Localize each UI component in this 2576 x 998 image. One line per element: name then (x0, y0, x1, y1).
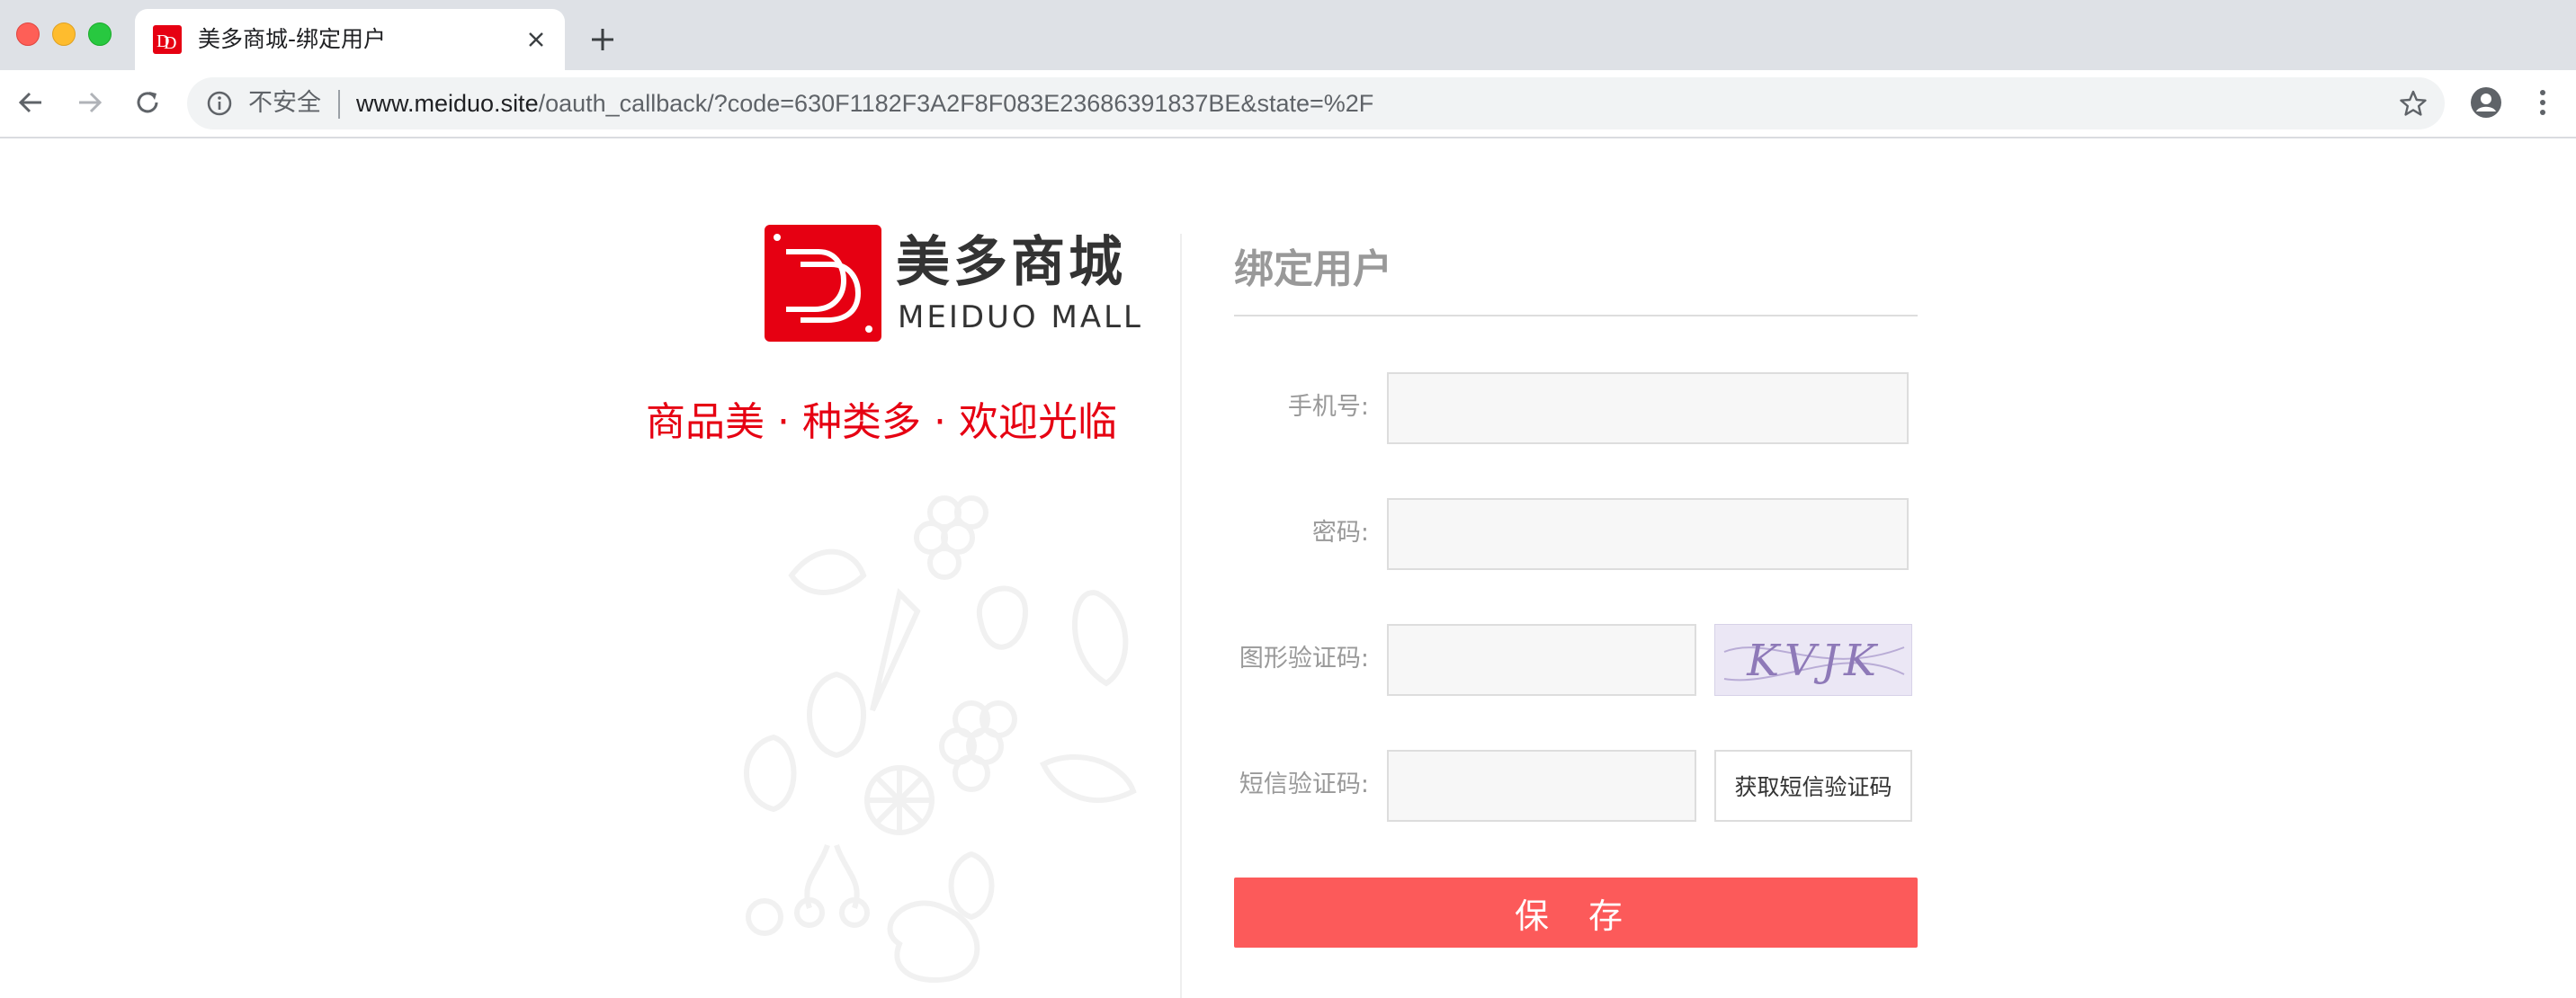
new-tab-icon[interactable] (583, 20, 622, 59)
browser-tab-active[interactable]: D D 美多商城-绑定用户 (135, 9, 565, 70)
browser-tab-strip: D D 美多商城-绑定用户 (0, 0, 2576, 70)
brand-name-en: MEIDUO MALL (898, 299, 1143, 335)
form-title: 绑定用户 (1234, 246, 1392, 292)
browser-menu-icon[interactable] (2527, 83, 2558, 122)
window-zoom-button[interactable] (88, 22, 112, 46)
sms-code-field[interactable] (1387, 750, 1696, 822)
image-code-input[interactable] (1389, 626, 1695, 694)
captcha-text: KVJK (1746, 636, 1882, 686)
image-code-field[interactable] (1387, 624, 1696, 696)
image-code-label: 图形验证码: (1239, 645, 1369, 673)
url-separator (338, 90, 340, 119)
svg-text:D: D (164, 33, 176, 53)
get-sms-code-button[interactable]: 获取短信验证码 (1714, 750, 1912, 822)
panel-divider (1180, 234, 1182, 998)
url-host: www.meiduo.site (356, 90, 539, 117)
info-icon[interactable] (205, 89, 234, 118)
form-title-underline (1234, 315, 1918, 316)
address-bar[interactable]: 不安全 www.meiduo.site/oauth_callback/?code… (187, 77, 2445, 129)
bookmark-star-icon[interactable] (2398, 88, 2428, 119)
profile-avatar-icon[interactable] (2466, 83, 2506, 122)
save-button[interactable]: 保 存 (1234, 878, 1918, 948)
reload-icon[interactable] (128, 83, 167, 122)
password-field[interactable] (1387, 498, 1909, 570)
window-minimize-button[interactable] (52, 22, 76, 46)
sms-code-input[interactable] (1389, 752, 1695, 820)
security-status[interactable]: 不安全 (248, 88, 321, 119)
sms-code-label: 短信验证码: (1239, 771, 1369, 798)
back-arrow-icon[interactable] (11, 83, 50, 122)
window-close-button[interactable] (16, 22, 40, 46)
url-text[interactable]: www.meiduo.site/oauth_callback/?code=630… (356, 87, 1373, 120)
brand-name-cn: 美多商城 (896, 231, 1126, 294)
brand-slogan: 商品美 · 种类多 · 欢迎光临 (646, 399, 1117, 445)
password-label: 密码: (1311, 519, 1369, 547)
brand-logo-icon (765, 225, 881, 342)
browser-toolbar: 不安全 www.meiduo.site/oauth_callback/?code… (0, 70, 2576, 138)
password-input[interactable] (1389, 500, 1907, 568)
tab-title: 美多商城-绑定用户 (198, 26, 387, 52)
tab-close-icon[interactable] (520, 23, 552, 56)
mobile-label: 手机号: (1287, 393, 1369, 421)
forward-arrow-icon[interactable] (70, 83, 110, 122)
url-path: /oauth_callback/?code=630F1182F3A2F8F083… (538, 90, 1374, 117)
mobile-field[interactable] (1387, 372, 1909, 444)
favicon-icon: D D (153, 25, 182, 54)
mobile-input[interactable] (1389, 374, 1907, 442)
captcha-image[interactable]: KVJK (1714, 624, 1912, 696)
food-illustration-icon (744, 495, 1137, 984)
